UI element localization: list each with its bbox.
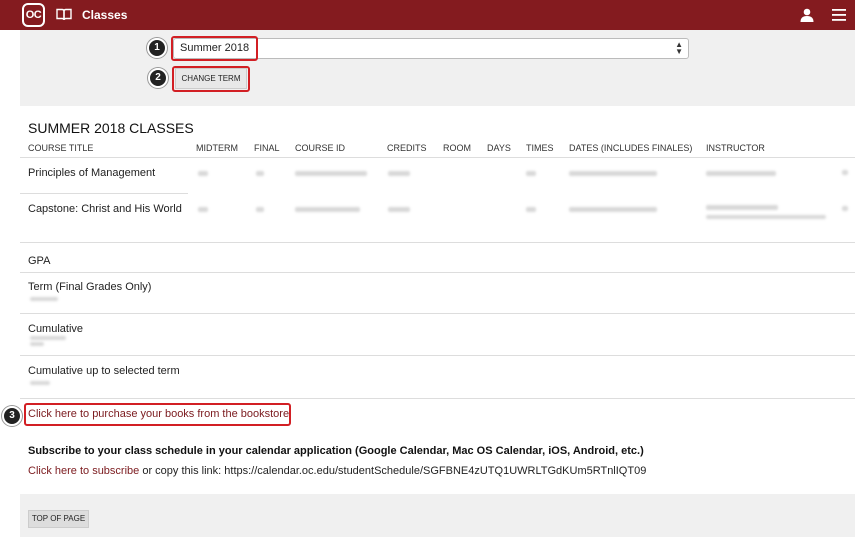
subscribe-line: Click here to subscribe or copy this lin… [28, 465, 646, 477]
redacted-value [30, 336, 66, 340]
redacted-value [256, 207, 264, 212]
classes-title: SUMMER 2018 CLASSES [28, 120, 194, 136]
col-final: FINAL [254, 143, 280, 153]
redacted-value [842, 206, 848, 211]
col-room: ROOM [443, 143, 471, 153]
gpa-cumulative-up-label: Cumulative up to selected term [28, 365, 180, 377]
col-credits: CREDITS [387, 143, 427, 153]
redacted-value [842, 170, 848, 175]
callout-badge-3: 3 [2, 406, 22, 426]
gpa-heading: GPA [28, 255, 51, 267]
redacted-value [256, 171, 264, 176]
redacted-value [569, 207, 657, 212]
redacted-value [706, 205, 778, 210]
callout-badge-2: 2 [148, 68, 168, 88]
redacted-value [706, 171, 776, 176]
redacted-value [30, 297, 58, 301]
menu-icon[interactable] [832, 9, 846, 21]
col-course-title: COURSE TITLE [28, 143, 94, 153]
book-icon[interactable] [56, 8, 72, 21]
gpa-term-label: Term (Final Grades Only) [28, 281, 152, 293]
footer [20, 494, 855, 537]
course-title-2: Capstone: Christ and His World [28, 203, 182, 215]
course-title-1: Principles of Management [28, 167, 156, 179]
subscribe-heading: Subscribe to your class schedule in your… [28, 445, 644, 457]
redacted-value [706, 215, 826, 219]
redacted-value [388, 207, 410, 212]
callout-highlight-1 [171, 36, 258, 61]
redacted-value [295, 207, 360, 212]
redacted-value [388, 171, 410, 176]
redacted-value [30, 381, 50, 385]
table-divider [20, 157, 855, 158]
callout-highlight-2 [172, 66, 250, 92]
redacted-value [198, 207, 208, 212]
section-divider [20, 355, 855, 356]
oc-logo[interactable]: OC [22, 3, 45, 27]
redacted-value [526, 171, 536, 176]
redacted-value [198, 171, 208, 176]
row-divider [20, 193, 188, 194]
redacted-value [30, 342, 44, 346]
section-divider [20, 242, 855, 243]
top-of-page-button[interactable]: TOP OF PAGE [28, 510, 89, 528]
redacted-value [295, 171, 367, 176]
section-divider [20, 272, 855, 273]
col-course-id: COURSE ID [295, 143, 346, 153]
col-midterm: MIDTERM [196, 143, 238, 153]
copy-link-text: or copy this link: [139, 465, 225, 477]
calendar-url[interactable]: https://calendar.oc.edu/studentSchedule/… [224, 465, 646, 477]
col-days: DAYS [487, 143, 511, 153]
col-dates: DATES (INCLUDES FINALES) [569, 143, 693, 153]
callout-badge-1: 1 [147, 38, 167, 58]
top-bar: OC Classes [0, 0, 855, 30]
redacted-value [526, 207, 536, 212]
bookstore-link[interactable]: Click here to purchase your books from t… [28, 408, 289, 420]
gpa-cumulative-label: Cumulative [28, 323, 84, 335]
section-divider [20, 398, 855, 399]
select-arrows-icon: ▲ ▼ [675, 40, 683, 56]
subscribe-link[interactable]: Click here to subscribe [28, 465, 139, 477]
redacted-value [569, 171, 657, 176]
section-divider [20, 313, 855, 314]
col-instructor: INSTRUCTOR [706, 143, 765, 153]
page-title: Classes [82, 8, 128, 22]
col-times: TIMES [526, 143, 554, 153]
user-icon[interactable] [800, 8, 814, 22]
